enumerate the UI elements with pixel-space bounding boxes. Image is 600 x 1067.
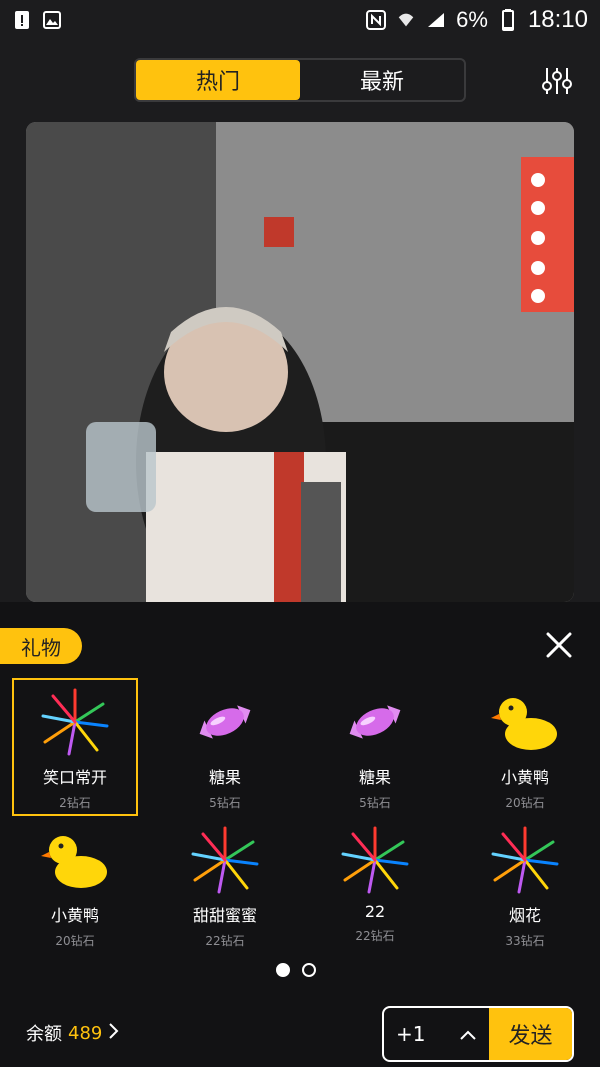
wifi-icon: [396, 10, 416, 30]
gift-grid: 笑口常开 2钻石 糖果 5钻石 糖果 5钻石 小黄鸭 20钻石 小黄鸭 20钻石…: [0, 678, 600, 954]
balance-amount: 489: [68, 1022, 103, 1044]
quantity-send-control: +1 发送: [382, 1006, 574, 1062]
gift-price: 2钻石: [59, 796, 91, 810]
fireworks-icon: [189, 824, 261, 896]
filter-sliders-icon[interactable]: [540, 64, 574, 98]
candy-icon: [339, 686, 411, 758]
status-bar: 6% 18:10: [0, 0, 600, 40]
gift-name: 笑口常开: [42, 768, 107, 787]
duck-icon: [39, 824, 111, 896]
gift-name: 甜甜蜜蜜: [192, 906, 257, 925]
battery-percent: 6%: [456, 7, 488, 32]
tab-hot[interactable]: 热门: [136, 60, 300, 100]
quantity-value: +1: [396, 1022, 426, 1046]
tab-latest[interactable]: 最新: [300, 60, 464, 100]
quantity-selector[interactable]: +1: [384, 1008, 489, 1060]
gift-price: 5钻石: [359, 796, 391, 810]
tab-switcher: 热门 最新: [134, 58, 466, 102]
gift-name: 小黄鸭: [50, 906, 99, 925]
send-button[interactable]: 发送: [489, 1008, 572, 1060]
page-indicator: [276, 963, 324, 983]
image-icon: [42, 10, 62, 30]
status-right: 6% 18:10: [366, 6, 588, 34]
gift-item[interactable]: 烟花 33钻石: [450, 816, 600, 954]
gift-item[interactable]: 22 22钻石: [300, 816, 450, 954]
status-left: [12, 10, 62, 30]
balance[interactable]: 余额 489: [26, 1020, 120, 1046]
page-dot[interactable]: [302, 963, 316, 977]
page-dot-active[interactable]: [276, 963, 290, 977]
candy-icon: [189, 686, 261, 758]
gift-name: 烟花: [508, 906, 541, 925]
gift-panel-title: 礼物: [0, 628, 82, 664]
signal-icon: [426, 10, 446, 30]
clock: 18:10: [527, 6, 588, 33]
gift-price: 20钻石: [505, 796, 545, 810]
gift-price: 33钻石: [505, 934, 545, 948]
gift-name: 22: [364, 902, 386, 921]
gift-price: 20钻石: [55, 934, 95, 948]
fireworks-icon: [339, 824, 411, 896]
gift-item[interactable]: 小黄鸭 20钻石: [0, 816, 150, 954]
gift-item[interactable]: 小黄鸭 20钻石: [450, 678, 600, 816]
battery-icon: [498, 9, 518, 31]
chevron-up-icon[interactable]: [459, 1022, 477, 1046]
balance-label: 余额: [26, 1024, 62, 1045]
gift-price: 5钻石: [209, 796, 241, 810]
chevron-right-icon: [108, 1022, 120, 1045]
gift-price: 22钻石: [205, 934, 245, 948]
fireworks-icon: [39, 686, 111, 758]
gift-name: 糖果: [208, 768, 241, 787]
alert-icon: [12, 10, 32, 30]
gift-name: 糖果: [358, 768, 391, 787]
header: 热门 最新: [0, 56, 600, 104]
close-icon[interactable]: [542, 628, 576, 662]
gift-item[interactable]: 糖果 5钻石: [300, 678, 450, 816]
nfc-icon: [366, 10, 387, 30]
gift-item[interactable]: 笑口常开 2钻石: [12, 678, 138, 816]
fireworks-icon: [489, 824, 561, 896]
gift-price: 22钻石: [355, 929, 395, 943]
gift-name: 小黄鸭: [500, 768, 549, 787]
gift-item[interactable]: 糖果 5钻石: [150, 678, 300, 816]
gift-item[interactable]: 甜甜蜜蜜 22钻石: [150, 816, 300, 954]
duck-icon: [489, 686, 561, 758]
gift-panel: 礼物 笑口常开 2钻石 糖果 5钻石 糖果 5钻石 小黄鸭 20钻石 小黄鸭 2…: [0, 602, 600, 1067]
live-stream-photo[interactable]: [26, 122, 574, 602]
